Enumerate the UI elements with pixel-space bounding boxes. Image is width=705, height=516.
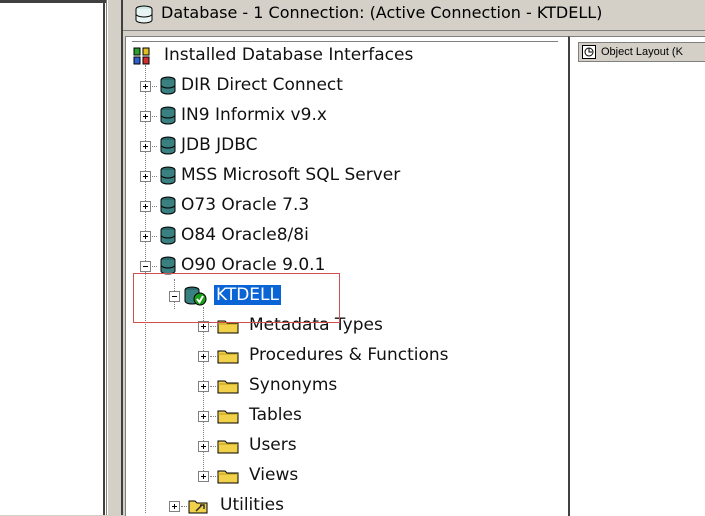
database-icon	[157, 105, 179, 131]
tree-item-folder[interactable]: Users	[195, 433, 525, 459]
database-icon	[157, 225, 179, 251]
object-layout-icon	[582, 45, 596, 61]
collapse-toggle[interactable]	[140, 261, 151, 272]
tree-root-label: Installed Database Interfaces	[164, 45, 414, 65]
database-icon	[133, 4, 155, 30]
expand-toggle[interactable]	[198, 441, 209, 452]
folder-label: Tables	[249, 405, 302, 425]
expand-toggle[interactable]	[198, 471, 209, 482]
left-pane	[0, 0, 107, 515]
expand-toggle[interactable]	[140, 141, 151, 152]
folder-label: Views	[249, 465, 299, 485]
utilities-folder-icon	[188, 498, 208, 516]
expand-toggle[interactable]	[198, 411, 209, 422]
expand-toggle[interactable]	[198, 351, 209, 362]
expand-toggle[interactable]	[140, 111, 151, 122]
interface-label: DIR Direct Connect	[181, 75, 343, 95]
folder-icon	[217, 348, 239, 368]
left-pane-border	[0, 0, 106, 3]
expand-toggle[interactable]	[140, 231, 151, 242]
tree-guide-line	[210, 356, 216, 358]
tree-header-line	[132, 37, 558, 42]
annotation-highlight-box	[133, 273, 340, 323]
expand-toggle[interactable]	[140, 171, 151, 182]
folder-icon	[217, 408, 239, 428]
utilities-label: Utilities	[220, 495, 284, 515]
window-title: Database - 1 Connection: (Active Connect…	[161, 3, 603, 22]
expand-toggle[interactable]	[140, 81, 151, 92]
left-pane-edge	[103, 0, 105, 515]
tree-guide-line	[181, 506, 187, 508]
interface-label: O90 Oracle 9.0.1	[181, 255, 326, 275]
folder-label: Users	[249, 435, 297, 455]
object-layout-panel: Object Layout (K	[568, 36, 705, 516]
window-title-bar[interactable]: Database - 1 Connection: (Active Connect…	[123, 0, 705, 31]
folder-icon	[217, 378, 239, 398]
tree-item-interface[interactable]: O84 Oracle8/8i	[137, 223, 557, 249]
tree-item-interface[interactable]: IN9 Informix v9.x	[137, 103, 557, 129]
tree-guide-line	[210, 446, 216, 448]
tree-item-folder[interactable]: Views	[195, 463, 525, 489]
tree-item-interface[interactable]: JDB JDBC	[137, 133, 557, 159]
object-layout-tab[interactable]: Object Layout (K	[578, 42, 705, 62]
folder-icon	[217, 438, 239, 458]
interfaces-icon	[133, 47, 151, 69]
expand-toggle[interactable]	[140, 201, 151, 212]
pane-splitter-edge	[121, 0, 123, 515]
tree-guide-line	[210, 476, 216, 478]
tree-guide-line	[210, 326, 216, 328]
tree-guide-line	[210, 386, 216, 388]
database-icon	[157, 135, 179, 161]
folder-label: Procedures & Functions	[249, 345, 449, 365]
tree-item-interface[interactable]: DIR Direct Connect	[137, 73, 557, 99]
tree-root-item[interactable]: Installed Database Interfaces	[131, 43, 551, 69]
expand-toggle[interactable]	[169, 501, 180, 512]
tree-guide-line	[210, 416, 216, 418]
interface-label: O84 Oracle8/8i	[181, 225, 309, 245]
tree-item-folder[interactable]: Procedures & Functions	[195, 343, 525, 369]
interface-label: MSS Microsoft SQL Server	[181, 165, 401, 185]
interface-label: O73 Oracle 7.3	[181, 195, 310, 215]
interface-label: JDB JDBC	[181, 135, 258, 155]
folder-icon	[217, 468, 239, 488]
tree-item-utilities[interactable]: Utilities	[166, 493, 416, 516]
object-layout-tab-label: Object Layout (K	[601, 46, 683, 58]
tree-item-folder[interactable]: Tables	[195, 403, 525, 429]
tree-item-interface[interactable]: MSS Microsoft SQL Server	[137, 163, 557, 189]
interface-label: IN9 Informix v9.x	[181, 105, 327, 125]
database-icon	[157, 195, 179, 221]
tree-item-interface[interactable]: O73 Oracle 7.3	[137, 193, 557, 219]
tree-item-folder[interactable]: Synonyms	[195, 373, 525, 399]
database-icon	[157, 75, 179, 101]
expand-toggle[interactable]	[198, 381, 209, 392]
database-icon	[157, 165, 179, 191]
folder-label: Synonyms	[249, 375, 338, 395]
